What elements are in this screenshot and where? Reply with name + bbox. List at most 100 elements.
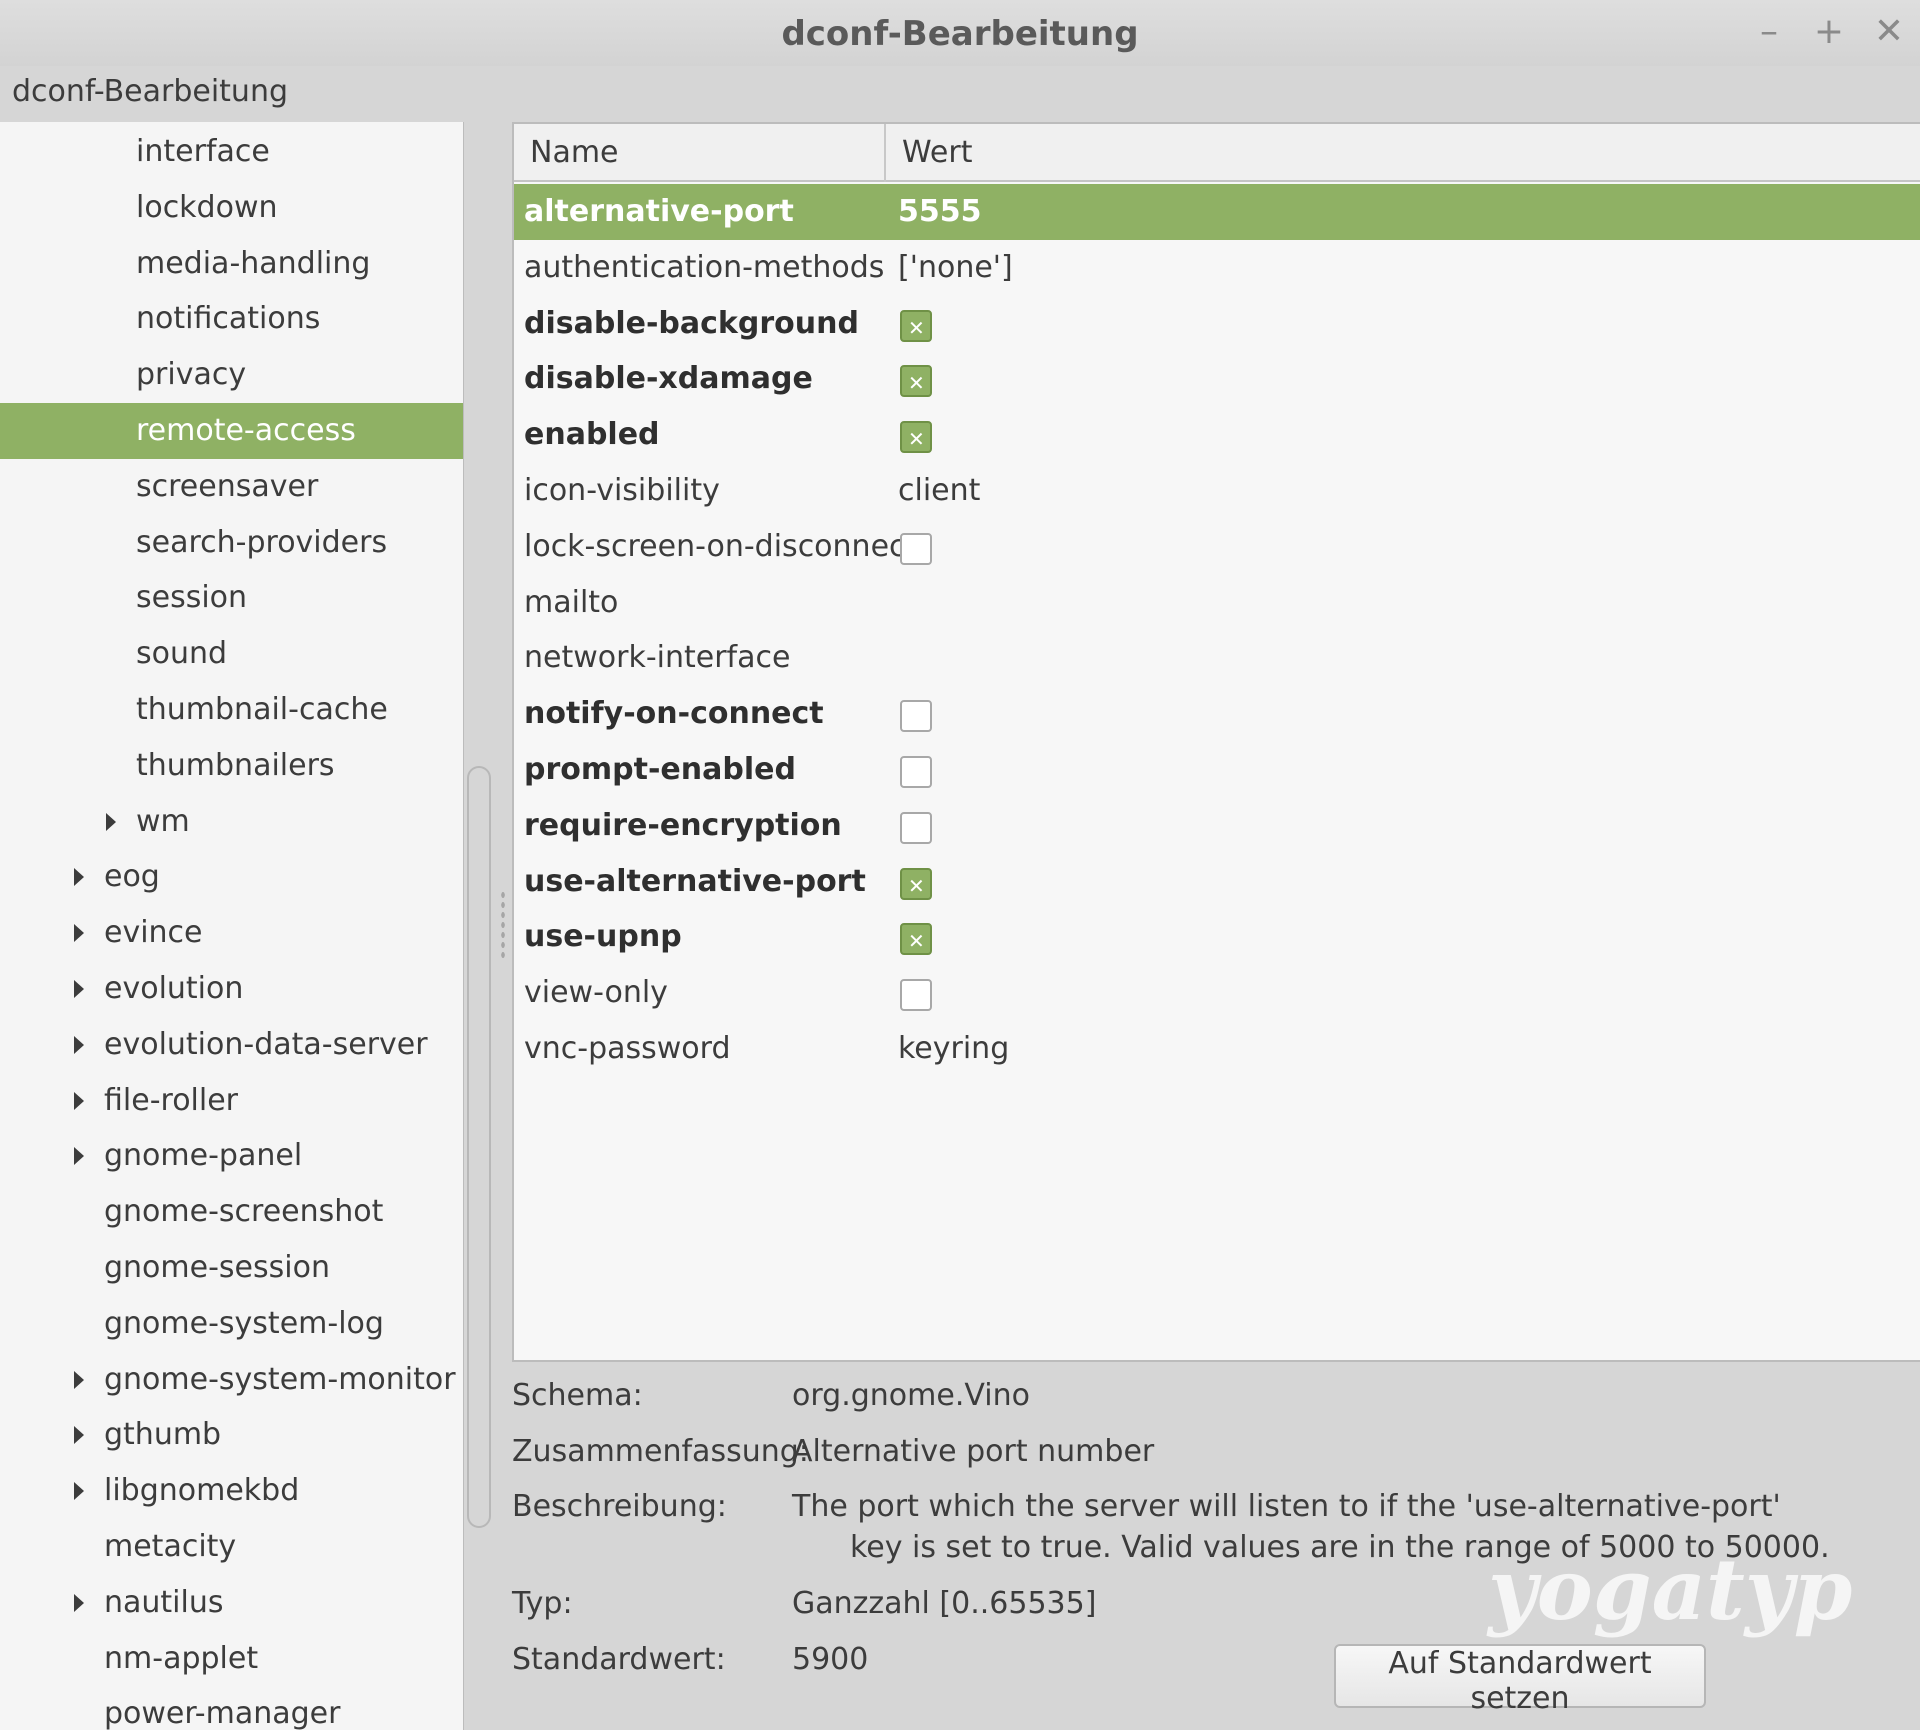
title-bar[interactable]: dconf-Bearbeitung – + ✕: [0, 0, 1920, 66]
key-value-checkbox[interactable]: [900, 355, 932, 411]
tree-item-label: libgnomekbd: [104, 1473, 300, 1509]
tree-item-power-manager[interactable]: power-manager: [0, 1686, 463, 1730]
tree-item-file-roller[interactable]: file-roller: [0, 1073, 463, 1129]
key-value-checkbox[interactable]: [900, 700, 932, 733]
expander-arrow-icon[interactable]: [106, 812, 116, 831]
tree-item-gthumb[interactable]: gthumb: [0, 1407, 463, 1463]
schema-tree[interactable]: interface lockdown media-handling notificat…: [0, 122, 464, 1730]
pane-resize-handle[interactable]: [500, 890, 506, 960]
key-row-disable-background[interactable]: disable-background: [514, 296, 1920, 356]
key-row-mailto[interactable]: mailto: [514, 575, 1920, 631]
reset-to-default-button[interactable]: Auf Standardwert setzen: [1334, 1644, 1706, 1716]
key-name: lock-screen-on-disconnect: [524, 528, 918, 564]
key-row-alternative-port[interactable]: alternative-port 5555: [514, 184, 1920, 240]
key-value-checkbox[interactable]: [900, 979, 932, 1012]
key-row-authentication-methods[interactable]: authentication-methods ['none']: [514, 240, 1920, 296]
tree-item-nautilus[interactable]: nautilus: [0, 1575, 463, 1631]
tree-item-gnome-panel[interactable]: gnome-panel: [0, 1128, 463, 1184]
minimize-icon[interactable]: –: [1745, 10, 1793, 54]
expander-arrow-icon[interactable]: [74, 980, 84, 998]
key-name: view-only: [524, 975, 668, 1011]
expander-arrow-icon[interactable]: [74, 1035, 84, 1054]
tree-item-gnome-system-monitor[interactable]: gnome-system-monitor: [0, 1352, 463, 1408]
tree-item-screensaver[interactable]: screensaver: [0, 459, 463, 515]
key-row-icon-visibility[interactable]: icon-visibility client: [514, 463, 1920, 519]
tree-item-evolution[interactable]: evolution: [0, 961, 463, 1017]
tree-item-label: gthumb: [104, 1417, 222, 1453]
default-value: 5900: [792, 1642, 869, 1677]
tree-item-media-handling[interactable]: media-handling: [0, 236, 463, 292]
tree-item-gnome-screenshot[interactable]: gnome-screenshot: [0, 1184, 463, 1240]
tree-item-label: gnome-panel: [104, 1138, 303, 1174]
tree-item-metacity[interactable]: metacity: [0, 1519, 463, 1575]
close-icon[interactable]: ✕: [1865, 10, 1913, 54]
key-value-checkbox[interactable]: [900, 532, 932, 565]
tree-item-label: notifications: [136, 301, 321, 337]
tree-item-thumbnailers[interactable]: thumbnailers: [0, 738, 463, 794]
column-header-value[interactable]: Wert: [902, 124, 972, 182]
tree-item-label: nm-applet: [104, 1640, 259, 1676]
tree-item-notifications[interactable]: notifications: [0, 291, 463, 347]
tree-item-evince[interactable]: evince: [0, 905, 463, 961]
key-value-checkbox[interactable]: [900, 858, 932, 914]
column-header-name[interactable]: Name: [530, 124, 619, 182]
expander-arrow-icon[interactable]: [74, 1091, 84, 1110]
key-row-network-interface[interactable]: network-interface: [514, 630, 1920, 686]
expander-arrow-icon[interactable]: [74, 1147, 84, 1166]
column-separator[interactable]: [884, 124, 886, 182]
expander-arrow-icon[interactable]: [74, 1593, 84, 1612]
tree-item-sound[interactable]: sound: [0, 626, 463, 682]
key-value-checkbox[interactable]: [900, 756, 932, 788]
expander-arrow-icon[interactable]: [74, 924, 84, 943]
tree-item-evolution-data-server[interactable]: evolution-data-server: [0, 1017, 463, 1073]
key-value-checkbox[interactable]: [900, 811, 932, 844]
key-value[interactable]: client: [898, 463, 980, 519]
maximize-icon[interactable]: +: [1805, 10, 1853, 54]
key-value-checkbox[interactable]: [900, 300, 932, 356]
key-value[interactable]: ['none']: [898, 240, 1013, 296]
tree-item-interface[interactable]: interface: [0, 124, 463, 180]
key-row-disable-xdamage[interactable]: disable-xdamage: [514, 351, 1920, 411]
key-row-vnc-password[interactable]: vnc-password keyring: [514, 1021, 1920, 1077]
tree-item-gnome-system-log[interactable]: gnome-system-log: [0, 1296, 463, 1352]
key-value[interactable]: keyring: [898, 1021, 1009, 1077]
tree-item-nm-applet[interactable]: nm-applet: [0, 1631, 463, 1687]
tree-item-label: gnome-session: [104, 1250, 330, 1285]
app-menu[interactable]: dconf-Bearbeitung: [12, 74, 288, 109]
expander-arrow-icon[interactable]: [74, 868, 84, 887]
key-row-view-only[interactable]: view-only: [514, 965, 1920, 1021]
key-row-enabled[interactable]: enabled: [514, 407, 1920, 467]
tree-item-privacy[interactable]: privacy: [0, 347, 463, 403]
tree-item-gnome-session[interactable]: gnome-session: [0, 1240, 463, 1296]
tree-scrollbar-thumb[interactable]: [467, 766, 491, 1528]
key-row-notify-on-connect[interactable]: notify-on-connect: [514, 686, 1920, 742]
tree-item-thumbnail-cache[interactable]: thumbnail-cache: [0, 682, 463, 738]
key-name: use-upnp: [524, 919, 682, 955]
tree-item-remote-access[interactable]: remote-access: [0, 403, 463, 459]
key-row-lock-screen-on-disconnect[interactable]: lock-screen-on-disconnect: [514, 519, 1920, 575]
key-value-checkbox[interactable]: [900, 411, 932, 467]
key-row-require-encryption[interactable]: require-encryption: [514, 798, 1920, 854]
key-row-prompt-enabled[interactable]: prompt-enabled: [514, 742, 1920, 798]
tree-item-search-providers[interactable]: search-providers: [0, 515, 463, 571]
tree-item-eog[interactable]: eog: [0, 849, 463, 905]
tree-item-label: power-manager: [104, 1696, 341, 1730]
expander-arrow-icon[interactable]: [74, 1370, 84, 1389]
expander-arrow-icon[interactable]: [74, 1426, 84, 1445]
key-value[interactable]: 5555: [898, 184, 982, 240]
tree-item-libgnomekbd[interactable]: libgnomekbd: [0, 1463, 463, 1519]
tree-item-label: file-roller: [104, 1082, 239, 1118]
summary-label: Zusammenfassung:: [512, 1434, 809, 1469]
key-value-checkbox[interactable]: [900, 913, 932, 969]
key-row-use-alternative-port[interactable]: use-alternative-port: [514, 854, 1920, 914]
tree-item-label: gnome-system-log: [104, 1305, 384, 1341]
tree-item-label: wm: [136, 803, 190, 839]
key-name: require-encryption: [524, 807, 842, 843]
tree-item-session[interactable]: session: [0, 570, 463, 626]
key-row-use-upnp[interactable]: use-upnp: [514, 909, 1920, 969]
window-title: dconf-Bearbeitung: [781, 14, 1139, 54]
expander-arrow-icon[interactable]: [74, 1482, 84, 1501]
tree-item-wm[interactable]: wm: [0, 794, 463, 850]
tree-item-lockdown[interactable]: lockdown: [0, 180, 463, 236]
watermark-logo: yogatyp: [1488, 1540, 1853, 1639]
